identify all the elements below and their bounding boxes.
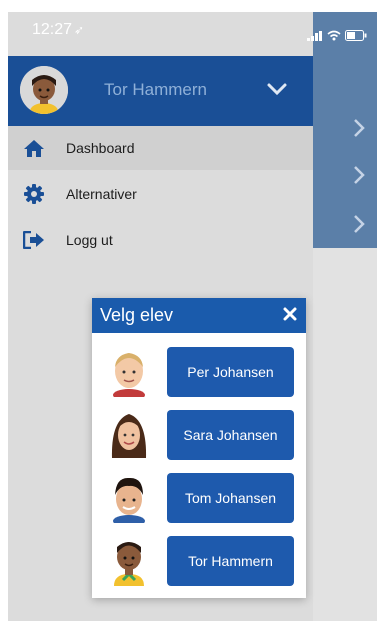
drawer-header[interactable]: Tor Hammern — [8, 56, 313, 126]
menu-item-dashboard[interactable]: Dashboard — [8, 126, 313, 170]
student-row: Tom Johansen — [92, 468, 306, 528]
gear-icon — [22, 182, 46, 206]
app-screen: Tor Hammern Dashboard Alternativer Logg … — [8, 12, 377, 621]
select-student-button[interactable]: Tor Hammern — [167, 536, 294, 586]
select-student-button[interactable]: Sara Johansen — [167, 410, 294, 460]
menu-item-alternativer[interactable]: Alternativer — [8, 172, 313, 216]
chevron-right-icon[interactable] — [353, 118, 365, 143]
wifi-icon — [327, 30, 341, 41]
menu-item-label: Dashboard — [66, 140, 135, 156]
dialog-title: Velg elev — [100, 305, 174, 325]
chevron-right-icon[interactable] — [353, 214, 365, 239]
select-student-button[interactable]: Per Johansen — [167, 347, 294, 397]
battery-icon — [345, 30, 367, 41]
student-row: Per Johansen — [92, 342, 306, 402]
cartoon-boy-avatar — [108, 536, 150, 586]
signal-icon — [307, 30, 322, 41]
select-student-button[interactable]: Tom Johansen — [167, 473, 294, 523]
user-name: Tor Hammern — [104, 80, 207, 99]
status-time: 12:27 ➶ — [32, 21, 85, 38]
select-student-dialog: Velg elev Per Johansen Sara Johansen Tom… — [92, 298, 306, 598]
user-avatar — [20, 66, 68, 114]
girl-avatar — [108, 410, 150, 460]
home-icon — [22, 136, 46, 160]
status-bar: 12:27 ➶ — [8, 12, 313, 58]
menu-item-logg-ut[interactable]: Logg ut — [8, 218, 313, 262]
menu-item-label: Logg ut — [66, 232, 113, 248]
chevron-down-icon[interactable] — [266, 78, 288, 105]
close-icon[interactable] — [280, 304, 300, 324]
chevron-right-icon[interactable] — [353, 165, 365, 190]
status-icons — [307, 30, 367, 41]
menu-item-label: Alternativer — [66, 186, 137, 202]
student-row: Sara Johansen — [92, 405, 306, 465]
dialog-header: Velg elev — [92, 298, 306, 333]
content-panel — [307, 12, 377, 248]
blond-boy-avatar — [108, 347, 150, 401]
student-row: Tor Hammern — [92, 531, 306, 591]
logout-icon — [22, 228, 46, 252]
dark-hair-boy-avatar — [108, 473, 150, 527]
